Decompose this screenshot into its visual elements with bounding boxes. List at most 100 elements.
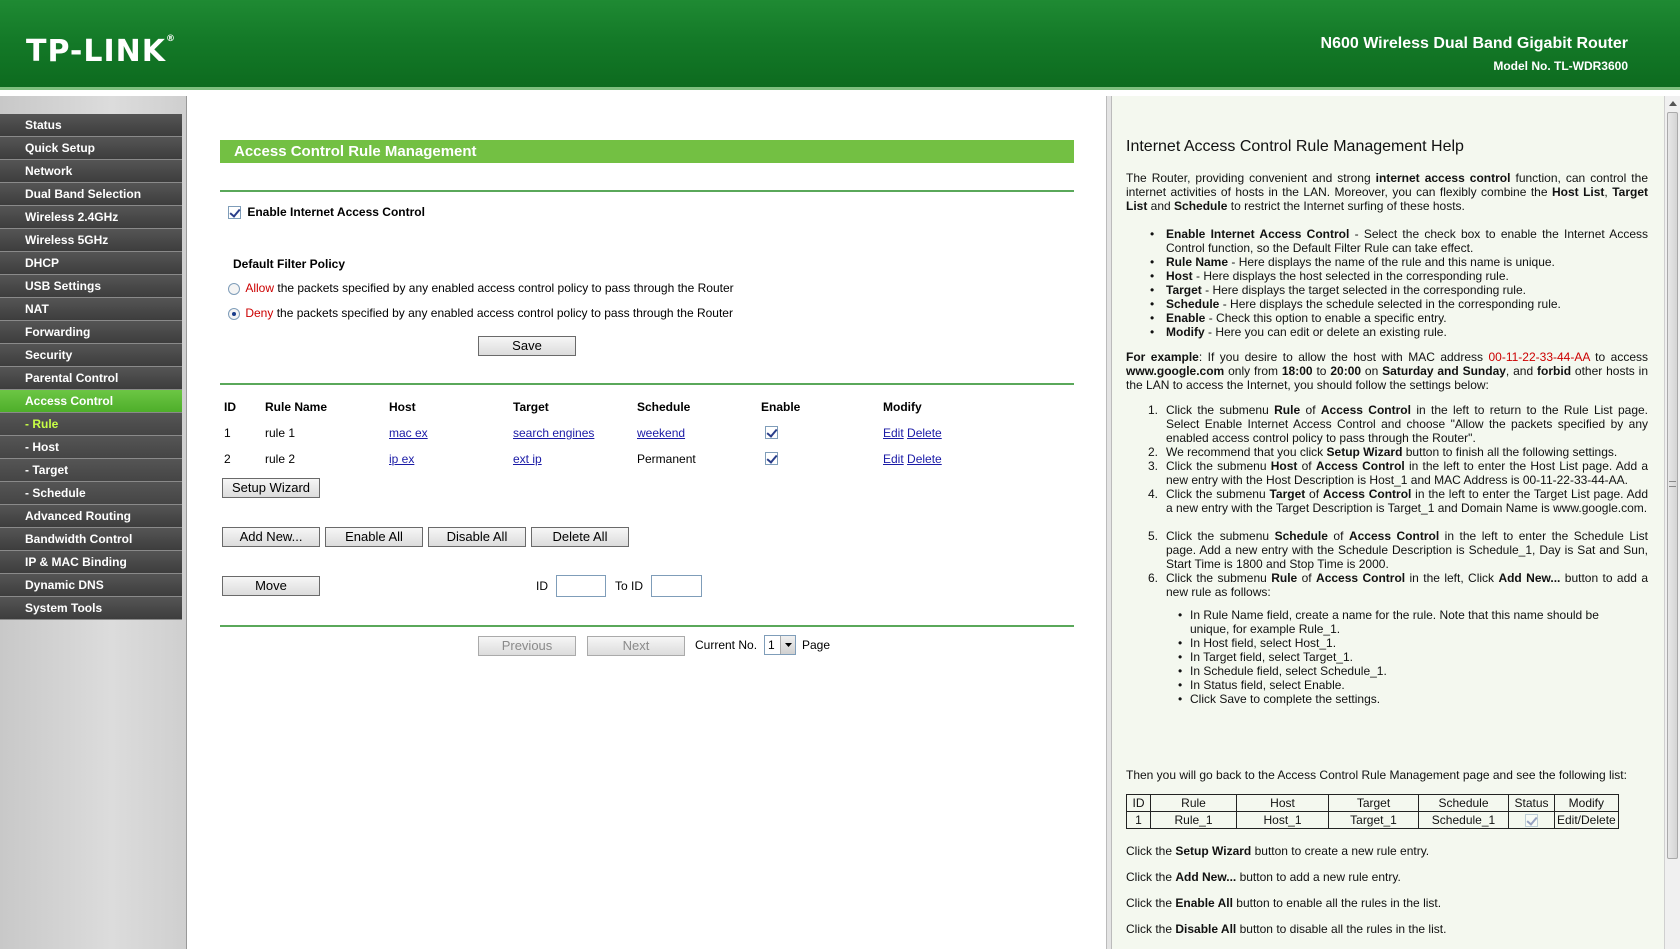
sidebar-item-nat[interactable]: NAT [0,298,182,321]
help-click-line: Click the Enable All button to enable al… [1126,896,1442,910]
help-scrollbar[interactable] [1664,96,1680,949]
help-table-cell: Host_1 [1236,811,1329,829]
header: TP-LINK® N600 Wireless Dual Band Gigabit… [0,0,1680,90]
rule-row-2-enable-checkbox[interactable] [765,452,778,465]
column-header-schedule: Schedule [637,400,691,414]
sidebar-item-system-tools[interactable]: System Tools [0,597,182,620]
delete-all-button[interactable]: Delete All [531,527,629,547]
deny-policy-radio[interactable] [228,307,240,320]
rule-row-1-delete-link[interactable]: Delete [907,426,942,440]
rule-row-2-delete-link[interactable]: Delete [907,452,942,466]
sidebar-item-usb-settings[interactable]: USB Settings [0,275,182,298]
column-header-enable: Enable [761,400,801,414]
help-example: For example: If you desire to allow the … [1126,350,1649,392]
sidebar-item-wireless-2-4ghz[interactable]: Wireless 2.4GHz [0,206,182,229]
setup-wizard-button[interactable]: Setup Wizard [222,478,320,498]
rule-row-1-enable-checkbox[interactable] [765,426,778,439]
sidebar-item-network[interactable]: Network [0,160,182,183]
column-header-target: Target [513,400,549,414]
help-sub-bullet: • Click Save to complete the settings. [1178,692,1381,706]
help-intro: The Router, providing convenient and str… [1126,171,1648,213]
rule-row-2-id: 2 [224,452,231,466]
move-to-id-input[interactable] [651,575,702,597]
allow-policy-text: the packets specified by any enabled acc… [274,281,734,295]
rule-row-2-target-link[interactable]: ext ip [513,452,542,466]
rule-row-1-schedule-link[interactable]: weekend [637,426,685,440]
rule-row-1-host-link[interactable]: mac ex [389,426,428,440]
page-select[interactable]: 1 [764,635,796,655]
rule-row-2-schedule: Permanent [637,452,696,466]
rule-row-1-target-link[interactable]: search engines [513,426,594,440]
help-sub-bullet: • In Rule Name field, create a name for t… [1178,608,1599,636]
rule-row-2-name: rule 2 [265,452,296,466]
allow-policy-radio[interactable] [228,282,240,295]
sidebar-item-forwarding[interactable]: Forwarding [0,321,182,344]
rule-row-2-host-link[interactable]: ip ex [389,452,414,466]
sidebar-item-parental-control[interactable]: Parental Control [0,367,182,390]
move-button[interactable]: Move [222,576,320,596]
rule-row-1-name: rule 1 [265,426,296,440]
help-then-text: Then you will go back to the Access Cont… [1126,768,1627,782]
column-header-id: ID [224,400,236,414]
page-select-value: 1 [768,638,775,652]
disable-all-button[interactable]: Disable All [428,527,526,547]
help-example-table: ID Rule Host Target Schedule Status Modi… [1126,794,1619,829]
logo-registered-mark: ® [166,34,177,44]
sidebar-item-ip-mac-binding[interactable]: IP & MAC Binding [0,551,182,574]
main-content: Access Control Rule Management Enable In… [188,96,1106,949]
help-table-header: Status [1508,794,1555,812]
move-id-label: ID [536,579,548,593]
sidebar-item-status[interactable]: Status [0,114,182,137]
help-table-cell: 1 [1126,811,1151,829]
rule-row-2-edit-link[interactable]: Edit [883,452,904,466]
sidebar-subitem-schedule[interactable]: - Schedule [0,482,182,505]
help-sub-bullet: • In Host field, select Host_1. [1178,636,1337,650]
section-divider [220,383,1074,385]
help-table-cell: Target_1 [1328,811,1419,829]
add-new-button[interactable]: Add New... [222,527,320,547]
enable-access-control-row: Enable Internet Access Control [228,205,425,220]
move-from-id-input[interactable] [556,575,606,597]
chevron-down-icon[interactable] [780,636,795,654]
sidebar-item-security[interactable]: Security [0,344,182,367]
sidebar-item-dynamic-dns[interactable]: Dynamic DNS [0,574,182,597]
sidebar-item-access-control[interactable]: Access Control [0,390,182,413]
help-table-header: Host [1236,794,1329,812]
enable-access-control-checkbox[interactable] [228,206,241,220]
help-title: Internet Access Control Rule Management … [1126,138,1464,155]
column-header-rule-name: Rule Name [265,400,328,414]
help-click-line: Click the Disable All button to disable … [1126,922,1447,936]
sidebar-item-dhcp[interactable]: DHCP [0,252,182,275]
help-click-line: Click the Add New... button to add a new… [1126,870,1401,884]
previous-page-button[interactable]: Previous [478,636,576,656]
help-step-4: 4. Click the submenu Target of Access Con… [1148,487,1648,515]
next-page-button[interactable]: Next [587,636,685,656]
sidebar-subitem-rule[interactable]: - Rule [0,413,182,436]
help-bullet: • Enable - Check this option to enable a … [1150,311,1447,325]
help-sub-bullet: • In Status field, select Enable. [1178,678,1345,692]
sidebar-subitem-host[interactable]: - Host [0,436,182,459]
sidebar-item-quick-setup[interactable]: Quick Setup [0,137,182,160]
help-table-status-cell [1508,811,1555,829]
sidebar-item-advanced-routing[interactable]: Advanced Routing [0,505,182,528]
rule-row-1-edit-link[interactable]: Edit [883,426,904,440]
sidebar-item-bandwidth-control[interactable]: Bandwidth Control [0,528,182,551]
help-table-status-checkbox [1525,814,1538,828]
sidebar-menu: Status Quick Setup Network Dual Band Sel… [0,96,187,949]
deny-word: Deny [245,306,274,320]
sidebar-item-wireless-5ghz[interactable]: Wireless 5GHz [0,229,182,252]
enable-access-control-label: Enable Internet Access Control [247,205,425,219]
help-bullet: • Target - Here displays the target selec… [1150,283,1526,297]
move-to-id-label: To ID [615,579,644,593]
scroll-up-arrow-icon[interactable] [1669,101,1677,106]
sidebar-item-dual-band-selection[interactable]: Dual Band Selection [0,183,182,206]
rule-row-1-modify: Edit Delete [883,426,942,440]
allow-policy-row: Allow the packets specified by any enabl… [228,281,734,295]
section-divider [220,625,1074,627]
help-table-header: Modify [1554,794,1619,812]
sidebar-subitem-target[interactable]: - Target [0,459,182,482]
section-divider [220,190,1074,192]
enable-all-button[interactable]: Enable All [325,527,423,547]
save-button[interactable]: Save [478,336,576,356]
help-bullet: • Rule Name - Here displays the name of t… [1150,255,1555,269]
